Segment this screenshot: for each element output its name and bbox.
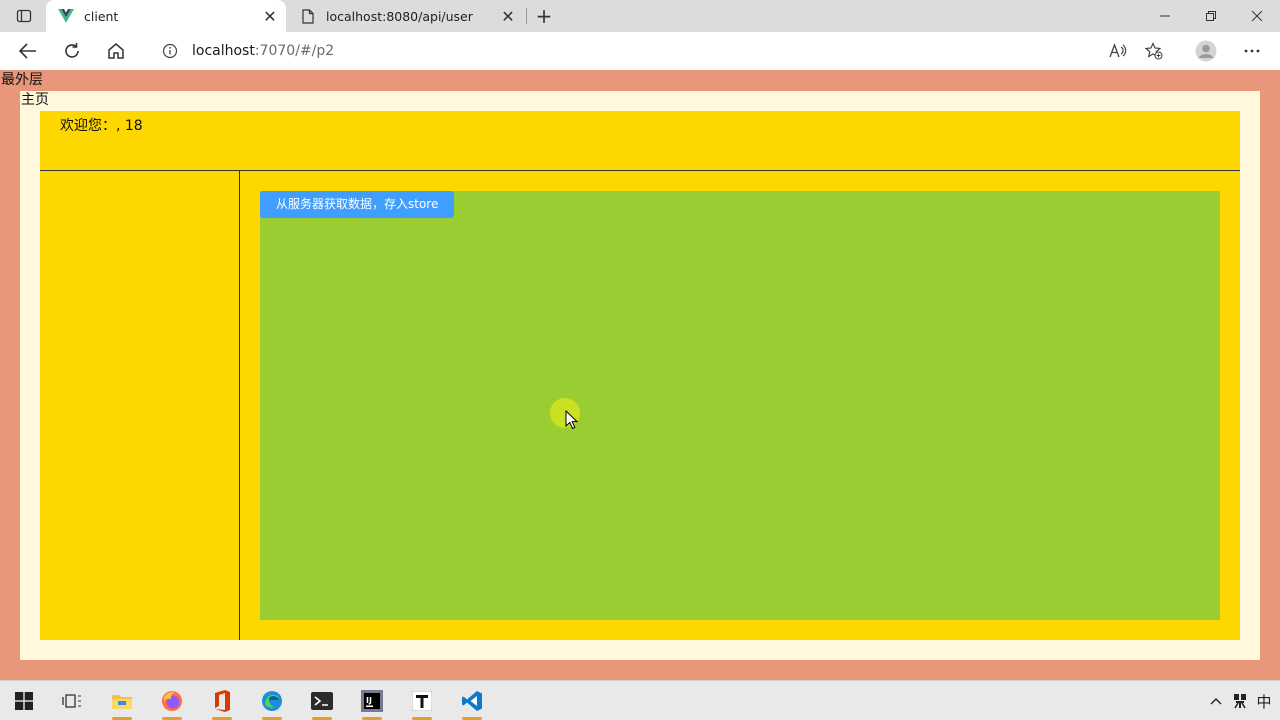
ime-mode-icon[interactable] xyxy=(1230,685,1250,717)
mouse-cursor-icon xyxy=(565,410,579,430)
edge-icon[interactable] xyxy=(252,685,292,720)
url-text: localhost:7070/#/p2 xyxy=(192,43,334,59)
svg-text:IJ: IJ xyxy=(366,696,372,705)
refresh-icon[interactable] xyxy=(58,37,86,65)
tab-actions-icon[interactable] xyxy=(8,4,40,28)
app-layout: 欢迎您：, 18 从服务器获取数据，存入store xyxy=(40,111,1240,640)
close-window-icon[interactable] xyxy=(1234,0,1280,32)
windows-start-icon[interactable] xyxy=(4,685,44,717)
tab-title: client xyxy=(84,8,119,24)
address-bar[interactable]: localhost:7070/#/p2 xyxy=(146,35,1176,67)
more-menu-icon[interactable] xyxy=(1238,37,1266,65)
task-view-icon[interactable] xyxy=(52,685,92,717)
add-favorite-icon[interactable] xyxy=(1140,37,1168,65)
url-path: :7070/#/p2 xyxy=(254,43,335,59)
restore-icon[interactable] xyxy=(1188,0,1234,32)
back-icon[interactable] xyxy=(14,37,42,65)
sidebar xyxy=(40,171,240,640)
main-content: 从服务器获取数据，存入store xyxy=(260,191,1220,620)
file-explorer-icon[interactable] xyxy=(102,685,142,720)
terminal-icon[interactable] xyxy=(302,685,342,720)
tab-client[interactable]: client ✕ xyxy=(46,0,286,32)
read-aloud-icon[interactable] xyxy=(1104,37,1132,65)
web-page: 最外层 主页 欢迎您：, 18 从服务器获取数据，存入store xyxy=(0,70,1280,680)
browser-tab-strip: client ✕ localhost:8080/api/user ✕ + xyxy=(0,0,1280,32)
close-tab-icon[interactable]: ✕ xyxy=(498,6,518,26)
tab-api-user[interactable]: localhost:8080/api/user ✕ xyxy=(290,0,524,32)
document-icon xyxy=(300,8,316,24)
windows-taskbar: IJ 中 xyxy=(0,680,1280,720)
tab-divider xyxy=(526,8,527,24)
new-tab-icon[interactable]: + xyxy=(533,4,555,28)
page-header: 欢迎您：, 18 xyxy=(40,111,1240,171)
home-icon[interactable] xyxy=(102,37,130,65)
intellij-icon[interactable]: IJ xyxy=(352,685,392,720)
welcome-text: 欢迎您：, 18 xyxy=(60,118,143,134)
minimize-icon[interactable] xyxy=(1142,0,1188,32)
office-icon[interactable] xyxy=(202,685,242,720)
input-language-label[interactable]: 中 xyxy=(1252,685,1276,717)
typora-icon[interactable] xyxy=(402,685,442,720)
browser-toolbar: localhost:7070/#/p2 xyxy=(0,32,1280,70)
outer-layer-label: 最外层 xyxy=(1,72,43,88)
vscode-icon[interactable] xyxy=(452,685,492,720)
home-container: 主页 欢迎您：, 18 从服务器获取数据，存入store xyxy=(20,91,1260,660)
info-icon[interactable] xyxy=(160,41,180,61)
close-tab-icon[interactable]: ✕ xyxy=(260,6,280,26)
home-label: 主页 xyxy=(21,92,49,108)
show-hidden-icons-icon[interactable] xyxy=(1206,685,1226,717)
firefox-icon[interactable] xyxy=(152,685,192,720)
tab-title: localhost:8080/api/user xyxy=(326,8,473,24)
profile-avatar-icon[interactable] xyxy=(1192,37,1220,65)
url-host: localhost xyxy=(192,43,255,59)
vue-logo-icon xyxy=(58,8,74,24)
fetch-data-button[interactable]: 从服务器获取数据，存入store xyxy=(260,191,455,218)
